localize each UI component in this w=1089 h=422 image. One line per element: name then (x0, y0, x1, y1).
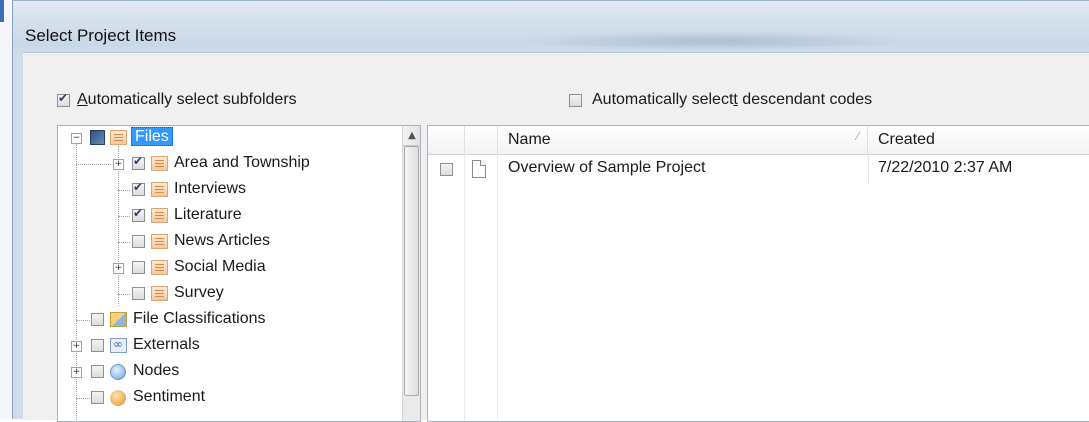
column-divider (497, 154, 498, 421)
folder-icon (151, 208, 168, 223)
news-articles-label[interactable]: News Articles (174, 232, 270, 250)
literature-checkbox[interactable] (132, 206, 145, 222)
tree-item-files[interactable]: − Files (58, 126, 398, 152)
dialog-title: Select Project Items (25, 26, 177, 45)
expand-icon[interactable]: + (71, 367, 82, 378)
classification-icon (110, 312, 127, 327)
auto-descendant-label[interactable]: Automatically selectt descendant codes (592, 91, 872, 109)
project-items-list[interactable]: Name ⁄ Created Overview of Sample Projec… (427, 125, 1089, 422)
table-row[interactable]: Overview of Sample Project 7/22/2010 2:3… (428, 155, 1089, 183)
tree-connector (76, 164, 111, 165)
column-divider (868, 155, 869, 183)
tree-connector (76, 320, 90, 321)
area-and-township-checkbox[interactable] (132, 154, 145, 170)
row-created-date: 7/22/2010 2:37 AM (878, 159, 1013, 176)
tree-item-survey[interactable]: Survey (58, 282, 398, 308)
folder-icon (151, 156, 168, 171)
tree-item-sentiment[interactable]: Sentiment (58, 386, 398, 412)
social-media-checkbox[interactable] (132, 261, 145, 274)
interviews-label[interactable]: Interviews (174, 180, 246, 198)
sentiment-icon (110, 390, 126, 406)
area-and-township-label[interactable]: Area and Township (174, 154, 310, 172)
select-project-items-dialog: Select Project Items Automatically selec… (12, 0, 1089, 422)
tree-item-news-articles[interactable]: News Articles (58, 230, 398, 256)
column-header-name[interactable]: Name ⁄ (498, 126, 868, 154)
news-articles-checkbox[interactable] (132, 235, 145, 248)
file-classifications-label[interactable]: File Classifications (133, 310, 265, 328)
title-bar-glare (513, 31, 913, 51)
scrollbar-thumb[interactable] (404, 146, 419, 396)
auto-descendant-checkbox[interactable] (569, 94, 582, 107)
sort-indicator-icon: ⁄ (856, 129, 859, 143)
folder-icon (151, 182, 168, 197)
auto-subfolders-checkbox[interactable] (57, 91, 70, 107)
tree-item-literature[interactable]: Literature (58, 204, 398, 230)
tree-connector (118, 294, 130, 295)
column-header-name-label: Name (508, 131, 551, 148)
sentiment-label[interactable]: Sentiment (133, 388, 205, 406)
expand-icon[interactable]: + (113, 263, 124, 274)
externals-checkbox[interactable] (91, 339, 104, 352)
tree-connector (118, 190, 130, 191)
folder-icon (110, 130, 127, 145)
header-checkbox-column[interactable] (428, 126, 465, 154)
background-window-edge (0, 0, 12, 419)
tree-item-area-and-township[interactable]: + Area and Township (58, 152, 398, 178)
survey-checkbox[interactable] (132, 287, 145, 300)
nodes-checkbox[interactable] (91, 365, 104, 378)
expand-icon[interactable]: + (71, 341, 82, 352)
expand-icon[interactable]: + (113, 159, 124, 170)
dialog-body: Automatically select subfolders Automati… (23, 52, 1089, 422)
tree-item-nodes[interactable]: + Nodes (58, 360, 398, 386)
tree-connector (76, 398, 90, 399)
scroll-up-arrow-icon[interactable]: ▲ (403, 126, 420, 146)
externals-icon (110, 337, 127, 353)
nodes-icon (110, 364, 126, 380)
tree-item-file-classifications[interactable]: File Classifications (58, 308, 398, 334)
tree-item-externals[interactable]: + Externals (58, 334, 398, 360)
column-header-created[interactable]: Created (868, 126, 1089, 154)
row-checkbox[interactable] (440, 163, 453, 176)
row-name[interactable]: Overview of Sample Project (508, 159, 705, 177)
sentiment-checkbox[interactable] (91, 391, 104, 404)
externals-label[interactable]: Externals (133, 336, 200, 354)
folder-icon (151, 260, 168, 275)
tree-scrollbar[interactable]: ▲ (402, 126, 420, 421)
tree-connector (118, 242, 130, 243)
auto-subfolders-label[interactable]: Automatically select subfolders (77, 91, 297, 109)
file-classifications-checkbox[interactable] (91, 313, 104, 326)
literature-label[interactable]: Literature (174, 206, 242, 224)
column-header-created-label: Created (878, 131, 935, 148)
nodes-label[interactable]: Nodes (133, 362, 179, 380)
partial-checkbox[interactable] (90, 130, 105, 145)
document-icon (472, 160, 486, 178)
tree-item-interviews[interactable]: Interviews (58, 178, 398, 204)
list-header: Name ⁄ Created (428, 126, 1089, 155)
survey-label[interactable]: Survey (174, 284, 224, 302)
header-icon-column[interactable] (465, 126, 498, 154)
collapse-icon[interactable]: − (71, 133, 82, 144)
folder-icon (151, 234, 168, 249)
folder-icon (151, 286, 168, 301)
tree-item-social-media[interactable]: + Social Media (58, 256, 398, 282)
files-label: Files (131, 127, 173, 146)
tree-connector (118, 216, 130, 217)
interviews-checkbox[interactable] (132, 180, 145, 196)
tree-item-label[interactable]: Files (131, 127, 173, 146)
title-bar[interactable]: Select Project Items (13, 0, 1089, 51)
column-divider (464, 154, 465, 421)
folder-tree[interactable]: − Files + Area and Township Interviews (57, 125, 421, 422)
social-media-label[interactable]: Social Media (174, 258, 266, 276)
